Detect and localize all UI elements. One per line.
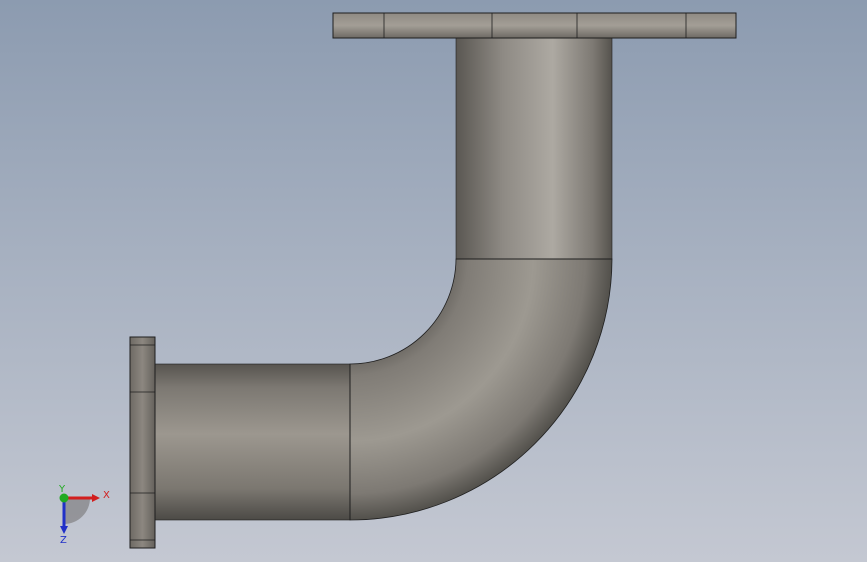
elbow-90[interactable] xyxy=(349,258,613,521)
y-axis-label: Y xyxy=(58,484,66,495)
graphics-viewport[interactable]: X Y Z xyxy=(0,0,867,562)
z-axis-label: Z xyxy=(60,535,67,546)
vertical-flange[interactable] xyxy=(332,12,737,39)
x-axis-label: X xyxy=(103,490,110,501)
horizontal-flange[interactable] xyxy=(129,336,156,549)
pipe-model[interactable] xyxy=(0,0,867,562)
triad-plane-shade xyxy=(64,498,90,524)
vertical-pipe[interactable] xyxy=(455,37,613,260)
horizontal-pipe[interactable] xyxy=(154,363,351,521)
view-orientation-triad[interactable]: X Y Z xyxy=(50,484,114,546)
